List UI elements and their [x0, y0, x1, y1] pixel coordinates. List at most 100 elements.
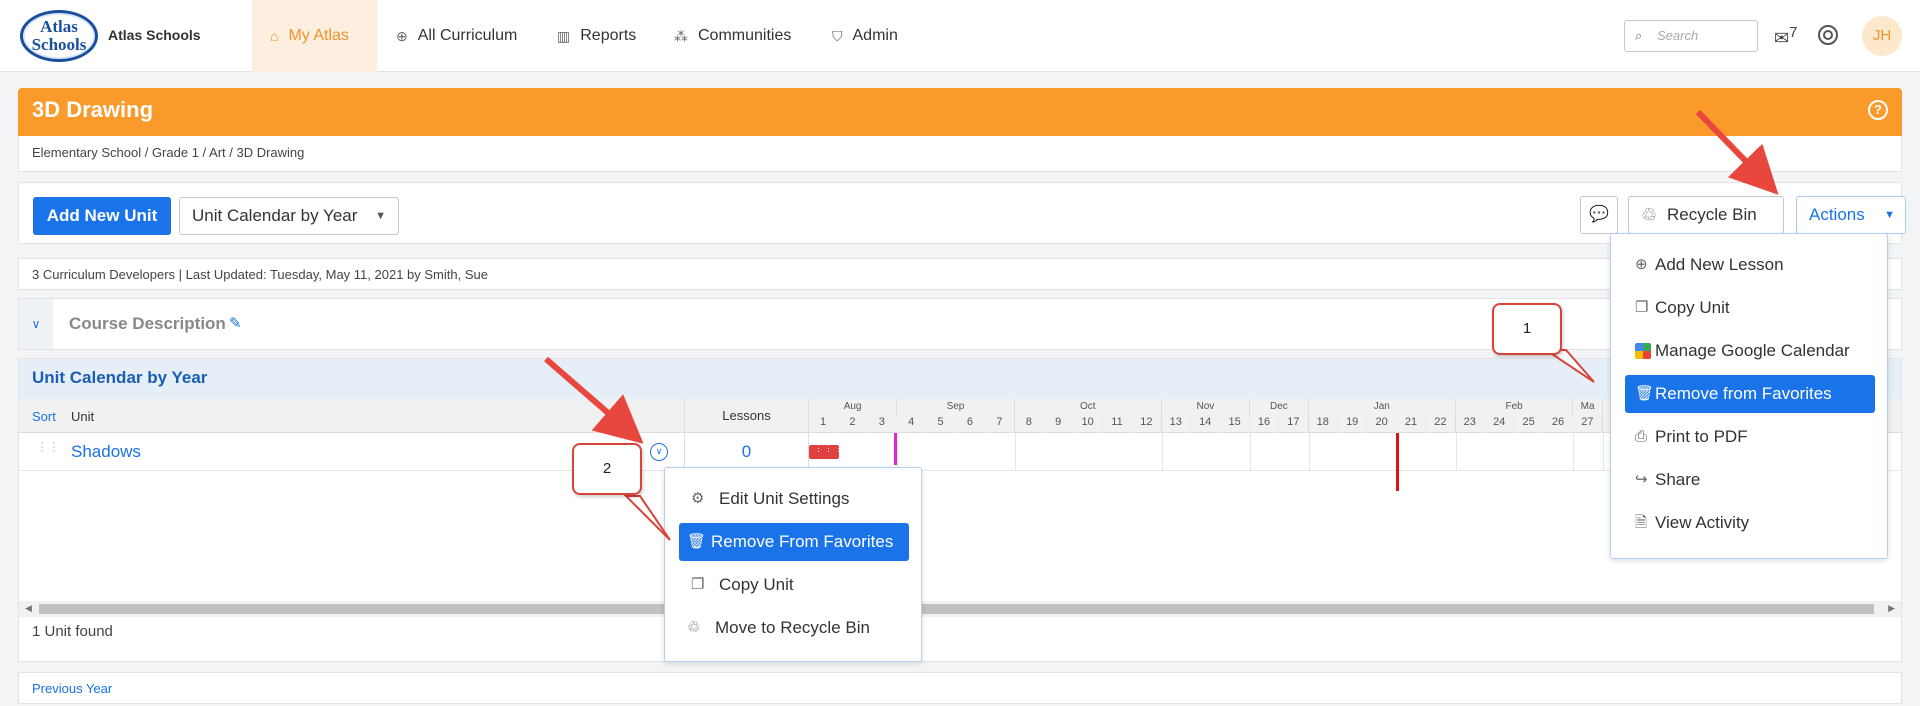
month-label: Dec — [1270, 401, 1288, 412]
week-number: 7 — [985, 416, 1015, 433]
course-description-label[interactable]: Course Description — [69, 314, 226, 334]
month-column: Aug 1 2 3 — [809, 399, 898, 433]
callout-2: 2 — [572, 443, 642, 495]
month-gridline — [897, 433, 899, 471]
logo-text-top: Atlas — [40, 17, 78, 36]
share-icon: ↪ — [1635, 471, 1648, 488]
actions-button[interactable]: Actions ▼ — [1796, 196, 1906, 234]
search-input[interactable]: ⌕ Search — [1624, 20, 1758, 52]
horizontal-scrollbar[interactable]: ◀ ▶ — [19, 601, 1901, 617]
sort-link[interactable]: Sort — [32, 409, 56, 424]
trash-icon: 🗑 — [1635, 385, 1655, 402]
add-new-unit-button[interactable]: Add New Unit — [33, 197, 171, 235]
week-number: 20 — [1368, 416, 1397, 433]
print-icon: ⎙ — [1635, 428, 1648, 445]
month-column: Jan 18 19 20 21 22 — [1309, 399, 1456, 433]
week-number: 8 — [1015, 416, 1044, 433]
mail-count: 7 — [1789, 24, 1798, 41]
week-number: 4 — [897, 416, 927, 433]
page-header: 3D Drawing ? — [18, 88, 1902, 136]
drag-handle-icon[interactable]: ⋮⋮ — [36, 441, 60, 460]
week-number: 16 — [1250, 416, 1279, 433]
nav-reports-label: Reports — [580, 27, 637, 44]
menu-item-add-new-lesson[interactable]: ⊕ Add New Lesson — [1625, 246, 1875, 284]
help-lifebuoy-icon[interactable] — [1818, 25, 1838, 45]
menu-item-label: Share — [1655, 470, 1701, 489]
menu-item-edit-unit-settings[interactable]: ⚙ Edit Unit Settings — [679, 480, 909, 518]
scroll-left-icon[interactable]: ◀ — [25, 603, 32, 614]
units-found-count: 1 Unit found — [32, 623, 113, 640]
recycle-bin-button[interactable]: ♲ Recycle Bin — [1628, 196, 1784, 234]
menu-item-label: Edit Unit Settings — [719, 489, 850, 508]
nav-reports[interactable]: ▥ Reports — [557, 0, 636, 72]
month-label: Nov — [1196, 401, 1215, 412]
comment-icon: 💬 — [1589, 206, 1609, 223]
search-placeholder: Search — [1657, 28, 1699, 43]
month-gridline — [1308, 433, 1310, 471]
menu-item-share[interactable]: ↪ Share — [1625, 461, 1875, 499]
month-gridline — [1455, 433, 1457, 471]
unit-column-header: Unit — [71, 409, 95, 424]
menu-item-copy-unit[interactable]: ❐ Copy Unit — [1625, 289, 1875, 327]
callout-1: 1 — [1492, 303, 1562, 355]
recycle-icon: ♲ — [1641, 205, 1658, 225]
lessons-count[interactable]: 0 — [684, 433, 809, 471]
plus-circle-icon: ⊕ — [1635, 256, 1648, 273]
month-label: Aug — [843, 401, 862, 412]
month-gridline — [1602, 433, 1604, 471]
month-label: Ma — [1580, 401, 1595, 412]
unit-timeline-bar[interactable] — [809, 443, 844, 459]
nav-communities-label: Communities — [698, 27, 792, 44]
search-icon: ⌕ — [1635, 28, 1643, 43]
activity-icon: 🗎 — [1635, 514, 1648, 531]
mail-button[interactable]: ✉7 — [1774, 24, 1797, 49]
nav-all-curriculum[interactable]: ⊕ All Curriculum — [396, 0, 517, 72]
lessons-column-header: Lessons — [684, 399, 809, 433]
menu-item-label: Copy Unit — [1655, 298, 1730, 317]
breadcrumb[interactable]: Elementary School / Grade 1 / Art / 3D D… — [18, 136, 1902, 172]
nav-all-curriculum-label: All Curriculum — [417, 27, 518, 44]
menu-item-label: Remove From Favorites — [711, 532, 894, 551]
week-number: 21 — [1397, 416, 1426, 433]
help-icon[interactable]: ? — [1868, 100, 1888, 120]
menu-item-label: Add New Lesson — [1655, 255, 1784, 274]
month-column: Feb 23 24 25 26 — [1456, 399, 1574, 433]
caret-down-icon: ▼ — [375, 210, 386, 222]
nav-communities[interactable]: ⁂ Communities — [674, 0, 791, 72]
trash-icon: 🗑 — [687, 533, 707, 550]
menu-item-remove-from-favorites[interactable]: 🗑 Remove From Favorites — [679, 523, 909, 561]
week-number: 3 — [868, 416, 897, 433]
view-select[interactable]: Unit Calendar by Year ▼ — [179, 197, 399, 235]
avatar[interactable]: JH — [1862, 16, 1902, 56]
month-label: Feb — [1505, 401, 1523, 412]
nav-my-atlas[interactable]: ⌂ My Atlas — [252, 0, 377, 72]
network-icon: ⁂ — [674, 27, 688, 44]
google-calendar-icon — [1635, 343, 1651, 359]
atlas-logo[interactable]: Atlas Schools — [20, 10, 98, 62]
previous-year-link[interactable]: Previous Year — [18, 672, 1902, 704]
menu-item-view-activity[interactable]: 🗎 View Activity — [1625, 504, 1875, 542]
menu-item-label: Print to PDF — [1655, 427, 1748, 446]
menu-item-copy-unit[interactable]: ❐ Copy Unit — [679, 566, 909, 604]
menu-item-move-to-recycle-bin[interactable]: ♲ Move to Recycle Bin — [679, 609, 909, 647]
menu-item-manage-google-calendar[interactable]: Manage Google Calendar — [1625, 332, 1875, 370]
week-number: 11 — [1103, 416, 1132, 433]
shield-icon: ⛉ — [832, 27, 843, 44]
unit-menu-chevron-icon[interactable]: ∨ — [650, 443, 668, 461]
week-number: 27 — [1573, 416, 1603, 433]
month-label: Jan — [1373, 401, 1390, 412]
week-number: 12 — [1132, 416, 1162, 433]
scrollbar-thumb[interactable] — [39, 604, 1874, 614]
chevron-down-icon[interactable]: ∨ — [19, 299, 53, 349]
copy-icon: ❐ — [1635, 299, 1649, 316]
comment-button[interactable]: 💬 — [1580, 196, 1618, 234]
bar-chart-icon: ▥ — [557, 27, 571, 44]
menu-item-remove-from-favorites[interactable]: 🗑 Remove from Favorites — [1625, 375, 1875, 413]
menu-item-label: Manage Google Calendar — [1655, 341, 1850, 360]
pencil-icon[interactable]: ✎ — [229, 314, 242, 332]
nav-my-atlas-label: My Atlas — [288, 27, 349, 44]
nav-admin[interactable]: ⛉ Admin — [832, 0, 898, 72]
menu-item-print-to-pdf[interactable]: ⎙ Print to PDF — [1625, 418, 1875, 456]
scroll-right-icon[interactable]: ▶ — [1888, 603, 1895, 614]
unit-link[interactable]: Shadows — [71, 442, 141, 462]
